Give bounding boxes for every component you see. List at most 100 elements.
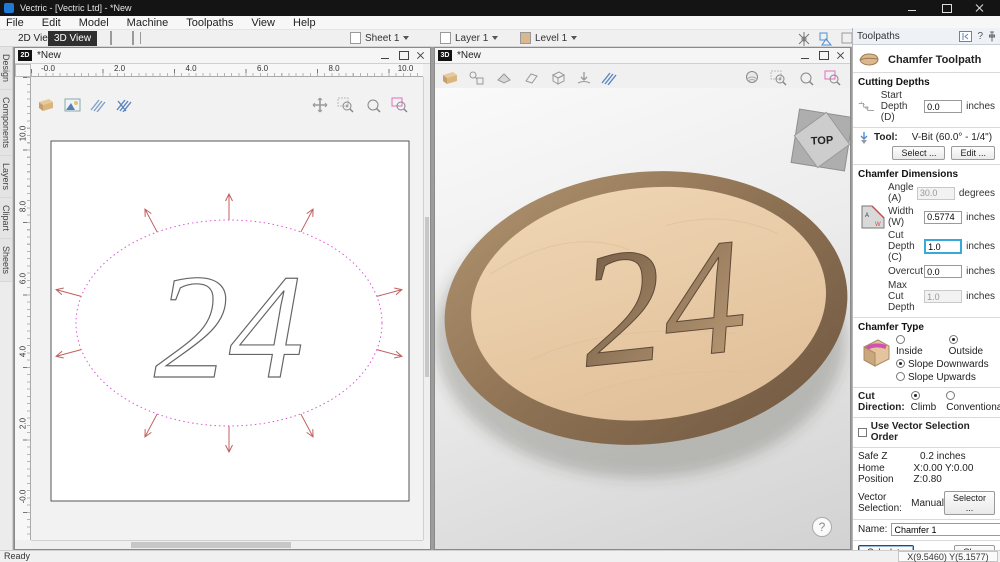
close-button[interactable] — [974, 3, 986, 13]
tab-3d-view[interactable]: 3D View — [48, 31, 97, 46]
material-block-icon[interactable] — [441, 70, 459, 86]
3d-maximize-icon[interactable] — [818, 51, 828, 60]
sheet-dropdown[interactable]: Sheet 1 — [350, 32, 409, 44]
snap-toggle-icon[interactable] — [797, 32, 811, 46]
vector-selection-value: Manual — [911, 498, 944, 509]
minimize-button[interactable] — [906, 3, 918, 13]
2d-horizontal-scrollbar[interactable] — [31, 540, 423, 549]
collapse-panel-icon[interactable] — [959, 31, 972, 42]
slope-upwards-radio[interactable]: Slope Upwards — [896, 372, 976, 383]
toolpath-name-input[interactable] — [891, 523, 1000, 536]
home-position-value: X:0.00 Y:0.00 Z:0.80 — [914, 463, 995, 485]
layer-dropdown[interactable]: Layer 1 — [440, 32, 498, 44]
3d-document-tab[interactable]: *New — [457, 50, 795, 61]
2d-vscroll-thumb[interactable] — [425, 217, 429, 377]
menu-view[interactable]: View — [251, 17, 275, 29]
menu-help[interactable]: Help — [293, 17, 316, 29]
overcut-input[interactable] — [924, 265, 962, 278]
background-image-icon[interactable] — [64, 98, 81, 112]
chamfer-type-icon — [860, 337, 892, 369]
overcut-label: Overcut — [888, 266, 924, 277]
main-toolbar: 2D View 3D View Sheet 1 Layer 1 Level 1 — [0, 30, 855, 47]
menu-toolpaths[interactable]: Toolpaths — [186, 17, 233, 29]
zoom-selected-icon[interactable] — [391, 97, 409, 113]
zoom-selected-icon[interactable] — [824, 70, 842, 86]
zoom-extents-icon[interactable] — [797, 70, 815, 86]
view-cube[interactable]: TOP — [790, 108, 850, 172]
chevron-down-icon — [492, 36, 498, 40]
2d-minimize-icon[interactable] — [380, 51, 390, 60]
chamfer-toolpath-icon — [858, 51, 880, 68]
vector-order-checkbox[interactable] — [858, 428, 867, 437]
3d-window-titlebar[interactable]: 3D *New — [435, 48, 850, 64]
2d-window-titlebar[interactable]: 2D *New — [15, 48, 430, 64]
help-button[interactable]: ? — [812, 517, 832, 537]
menu-edit[interactable]: Edit — [42, 17, 61, 29]
vector-selection-label: Vector Selection: — [858, 492, 905, 514]
ruler-h-label: 2.0 — [114, 64, 125, 73]
shaded-preview-icon[interactable] — [495, 70, 513, 86]
2d-drawing: 24 — [31, 77, 423, 540]
layer-icon — [440, 32, 451, 44]
chamfer-outside-radio[interactable]: Outside — [949, 335, 995, 357]
safe-z-value: 0.2 inches — [920, 451, 966, 462]
split-horizontal-icon[interactable] — [110, 31, 112, 45]
orientate-model-icon[interactable] — [468, 70, 486, 86]
2d-maximize-icon[interactable] — [398, 51, 408, 60]
chamfer-inside-radio[interactable]: Inside — [896, 335, 935, 357]
sidebar-tab-design[interactable]: Design — [0, 47, 12, 90]
sign-number-outline[interactable]: 24 — [154, 244, 304, 410]
3d-minimize-icon[interactable] — [800, 51, 810, 60]
panel-help-icon[interactable]: ? — [977, 31, 983, 42]
cut-depth-input[interactable] — [924, 239, 962, 254]
zoom-box-icon[interactable] — [770, 70, 788, 86]
tool-edit-button[interactable]: Edit ... — [951, 146, 995, 160]
vector-order-checkbox-row[interactable]: Use Vector Selection Order — [858, 421, 995, 443]
start-depth-icon — [858, 98, 875, 116]
2d-document-tab[interactable]: *New — [37, 50, 375, 61]
sidebar-tab-clipart[interactable]: Clipart — [0, 198, 12, 239]
width-input[interactable] — [924, 211, 962, 224]
climb-radio[interactable]: Climb — [911, 391, 937, 413]
sidebar-tab-sheets[interactable]: Sheets — [0, 239, 12, 282]
menu-file[interactable]: File — [6, 17, 24, 29]
zoom-box-icon[interactable] — [337, 97, 355, 113]
level-dropdown[interactable]: Level 1 — [520, 32, 577, 44]
angle-label: Angle (A) — [888, 182, 917, 204]
2d-hscroll-thumb[interactable] — [131, 542, 291, 548]
zoom-extents-icon[interactable] — [364, 97, 382, 113]
sidebar-tab-layers[interactable]: Layers — [0, 156, 12, 198]
3d-close-icon[interactable] — [836, 51, 846, 60]
pan-crosshair-icon[interactable] — [312, 97, 328, 113]
start-depth-input[interactable] — [924, 100, 962, 113]
drape-down-icon[interactable] — [576, 70, 592, 86]
preview-material-icon[interactable] — [743, 70, 761, 86]
toolpath-drawing-icon[interactable] — [116, 98, 133, 112]
split-vertical-icon[interactable] — [132, 31, 134, 45]
tool-select-button[interactable]: Select ... — [892, 146, 945, 160]
ruler-v-label: -0.0 — [19, 488, 28, 504]
toolpath-visibility-icon[interactable] — [90, 98, 107, 112]
chamfer-type-heading: Chamfer Type — [858, 322, 995, 333]
menu-model[interactable]: Model — [79, 17, 109, 29]
ruler-v-label: 10.0 — [19, 126, 28, 142]
ruler-h-label: 6.0 — [257, 64, 268, 73]
toolpath-visibility-icon[interactable] — [601, 71, 618, 85]
geometry-snap-icon[interactable] — [818, 32, 833, 46]
2d-vertical-scrollbar[interactable] — [423, 77, 430, 540]
slope-downwards-radio[interactable]: Slope Downwards — [896, 359, 989, 370]
2d-close-icon[interactable] — [416, 51, 426, 60]
sidebar-tab-components[interactable]: Components — [0, 90, 12, 156]
plane-icon[interactable] — [522, 70, 540, 86]
selector-button[interactable]: Selector ... — [944, 491, 995, 515]
ruler-h-label: 10.0 — [398, 64, 414, 73]
menu-machine[interactable]: Machine — [127, 17, 169, 29]
maximize-button[interactable] — [940, 3, 952, 13]
3d-canvas[interactable]: 24 TOP ? — [435, 88, 850, 549]
material-block-icon[interactable] — [37, 97, 55, 113]
wireframe-box-icon[interactable] — [549, 70, 567, 86]
pin-icon[interactable] — [988, 31, 996, 42]
2d-canvas[interactable]: 24 — [31, 77, 423, 540]
name-label: Name: — [858, 524, 887, 535]
conventional-radio[interactable]: Conventional — [946, 391, 1000, 413]
